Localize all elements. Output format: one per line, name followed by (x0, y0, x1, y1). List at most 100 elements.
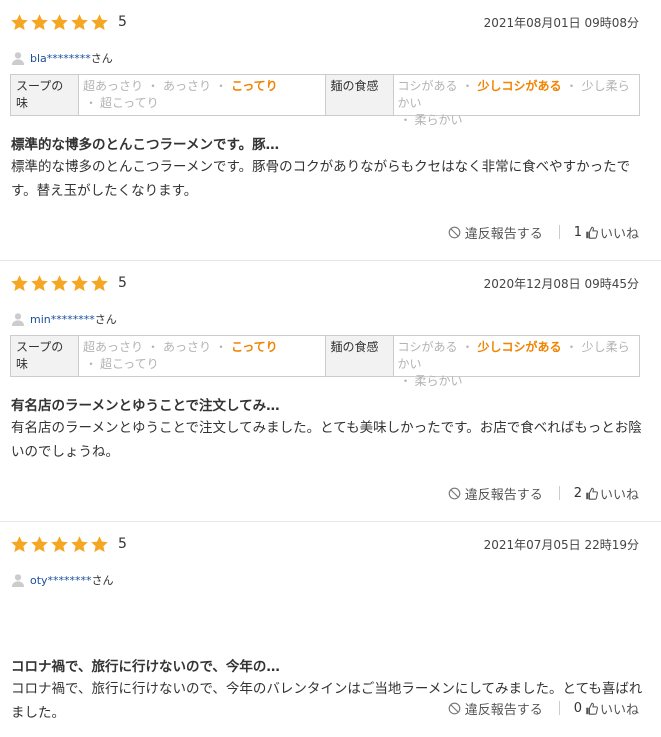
reviewer-suffix: さん (90, 52, 113, 65)
action-divider (558, 701, 560, 715)
option-separator: ・ (215, 79, 228, 93)
star-icon (91, 274, 108, 291)
like-button[interactable]: 1 いいね (574, 223, 639, 242)
star-rating (10, 535, 109, 554)
rating-score: 5 (118, 275, 127, 291)
ban-icon (448, 702, 461, 714)
reviewer-name-link[interactable]: min******** (30, 313, 95, 326)
review-header: 5 2021年07月05日 22時19分 (10, 533, 639, 555)
report-button[interactable]: 違反報告する (448, 699, 543, 718)
option: 柔らかい (414, 113, 463, 127)
attribute-label: 麺の食感 (325, 75, 394, 115)
star-icon (11, 274, 28, 291)
option: 超こってり (100, 96, 159, 110)
attribute-options: コシがある・少しコシがある・少し柔らかい・柔らかい (394, 75, 640, 127)
star-icon (31, 274, 48, 291)
reviewer: bla******** さん (11, 50, 113, 66)
rating-score: 5 (118, 536, 127, 552)
like-label: いいね (599, 487, 639, 503)
review-item: 5 2021年07月05日 22時19分 oty******** さんコロナ禍で、旅行… (0, 522, 661, 737)
star-icon (31, 535, 48, 552)
review-body: 有名店のラーメンとゆうことで注文してみました。とても美味しかったです。お店で食べ… (11, 420, 642, 460)
review-header: 5 2021年08月01日 09時08分 (10, 11, 639, 33)
attribute-label: スープの味 (11, 75, 79, 115)
thumbs-up-icon (586, 226, 598, 239)
star-icon (71, 535, 88, 552)
reviewer-name-link[interactable]: oty******** (30, 574, 92, 587)
option: 柔らかい (414, 374, 463, 388)
review-actions: 違反報告する 2 いいね (448, 483, 639, 503)
report-label: 違反報告する (464, 487, 543, 503)
review-date: 2021年08月01日 09時08分 (483, 15, 639, 30)
option-separator: ・ (215, 340, 228, 354)
user-avatar-icon (11, 574, 25, 587)
option: あっさり (163, 340, 212, 354)
attribute-options: 超あっさり・あっさり・こってり・超こってり (79, 75, 326, 115)
star-icon (71, 13, 88, 30)
option-selected: 少しコシがある (477, 340, 562, 354)
action-divider (558, 486, 560, 500)
like-button[interactable]: 2 いいね (574, 484, 639, 503)
star-icon (31, 13, 48, 30)
report-button[interactable]: 違反報告する (448, 484, 543, 503)
option: コシがある (397, 340, 458, 354)
option-separator: ・ (565, 79, 578, 93)
star-icon (71, 274, 88, 291)
like-count: 0 (573, 700, 582, 716)
attribute-options: コシがある・少しコシがある・少し柔らかい・柔らかい (394, 336, 640, 388)
option-separator: ・ (85, 96, 98, 110)
review-body: 標準的な博多のとんこつラーメンです。豚骨のコクがありながらもクセはなく非常に食べ… (11, 159, 631, 199)
option-separator: ・ (461, 340, 474, 354)
review-date: 2021年07月05日 22時19分 (483, 537, 639, 552)
option-separator: ・ (399, 113, 412, 127)
thumbs-up-icon (586, 702, 598, 715)
thumbs-up-icon (586, 487, 598, 500)
review-item: 5 2020年12月08日 09時45分 min******** さんスープの味 超あっ… (0, 261, 661, 522)
review-date: 2020年12月08日 09時45分 (483, 276, 639, 291)
attribute-table: スープの味 超あっさり・あっさり・こってり・超こってり 麺の食感 コシがある・少しコシ… (10, 335, 640, 388)
option-selected: こってり (231, 340, 278, 354)
review-actions: 違反報告する 0 いいね (448, 698, 639, 718)
attribute-label: スープの味 (11, 336, 79, 376)
report-button[interactable]: 違反報告する (448, 223, 543, 242)
rating-score: 5 (118, 14, 127, 30)
review-list: 5 2021年08月01日 09時08分 bla******** さん スープの味 超あっ… (0, 0, 661, 737)
reviewer: min******** さん (11, 311, 117, 327)
like-label: いいね (599, 226, 639, 242)
option: コシがある (397, 79, 458, 93)
star-icon (51, 274, 68, 291)
option-selected: 少しコシがある (477, 79, 562, 93)
option: 超あっさり (83, 79, 144, 93)
ban-icon (448, 226, 461, 238)
star-icon (51, 535, 68, 552)
review-title: コロナ禍で、旅行に行けないので、今年の… (11, 659, 280, 675)
attribute-table: スープの味 超あっさり・あっさり・こってり・超こってり 麺の食感 コシがある・少しコシ… (10, 74, 640, 127)
option-separator: ・ (85, 357, 98, 371)
attribute-label: 麺の食感 (325, 336, 394, 376)
user-avatar-icon (11, 52, 25, 65)
option-separator: ・ (461, 79, 474, 93)
option-separator: ・ (147, 79, 160, 93)
option: 超あっさり (83, 340, 144, 354)
review-title: 有名店のラーメンとゆうことで注文してみ… (11, 398, 280, 414)
option: あっさり (163, 79, 212, 93)
ban-icon (448, 487, 461, 499)
user-avatar-icon (11, 313, 25, 326)
reviewer: oty******** さん (11, 572, 114, 588)
option: 超こってり (100, 357, 159, 371)
attribute-options: 超あっさり・あっさり・こってり・超こってり (79, 336, 326, 376)
option-separator: ・ (565, 340, 578, 354)
review-title: 標準的な博多のとんこつラーメンです。豚… (11, 137, 280, 153)
option-separator: ・ (147, 340, 160, 354)
star-icon (51, 13, 68, 30)
report-label: 違反報告する (464, 226, 543, 242)
like-button[interactable]: 0 いいね (574, 699, 639, 718)
star-rating (10, 13, 109, 32)
reviewer-suffix: さん (91, 574, 114, 587)
option-separator: ・ (399, 374, 412, 388)
option-selected: こってり (231, 79, 278, 93)
star-icon (91, 13, 108, 30)
action-divider (558, 225, 560, 239)
like-count: 2 (573, 485, 582, 501)
reviewer-name-link[interactable]: bla******** (30, 52, 91, 65)
